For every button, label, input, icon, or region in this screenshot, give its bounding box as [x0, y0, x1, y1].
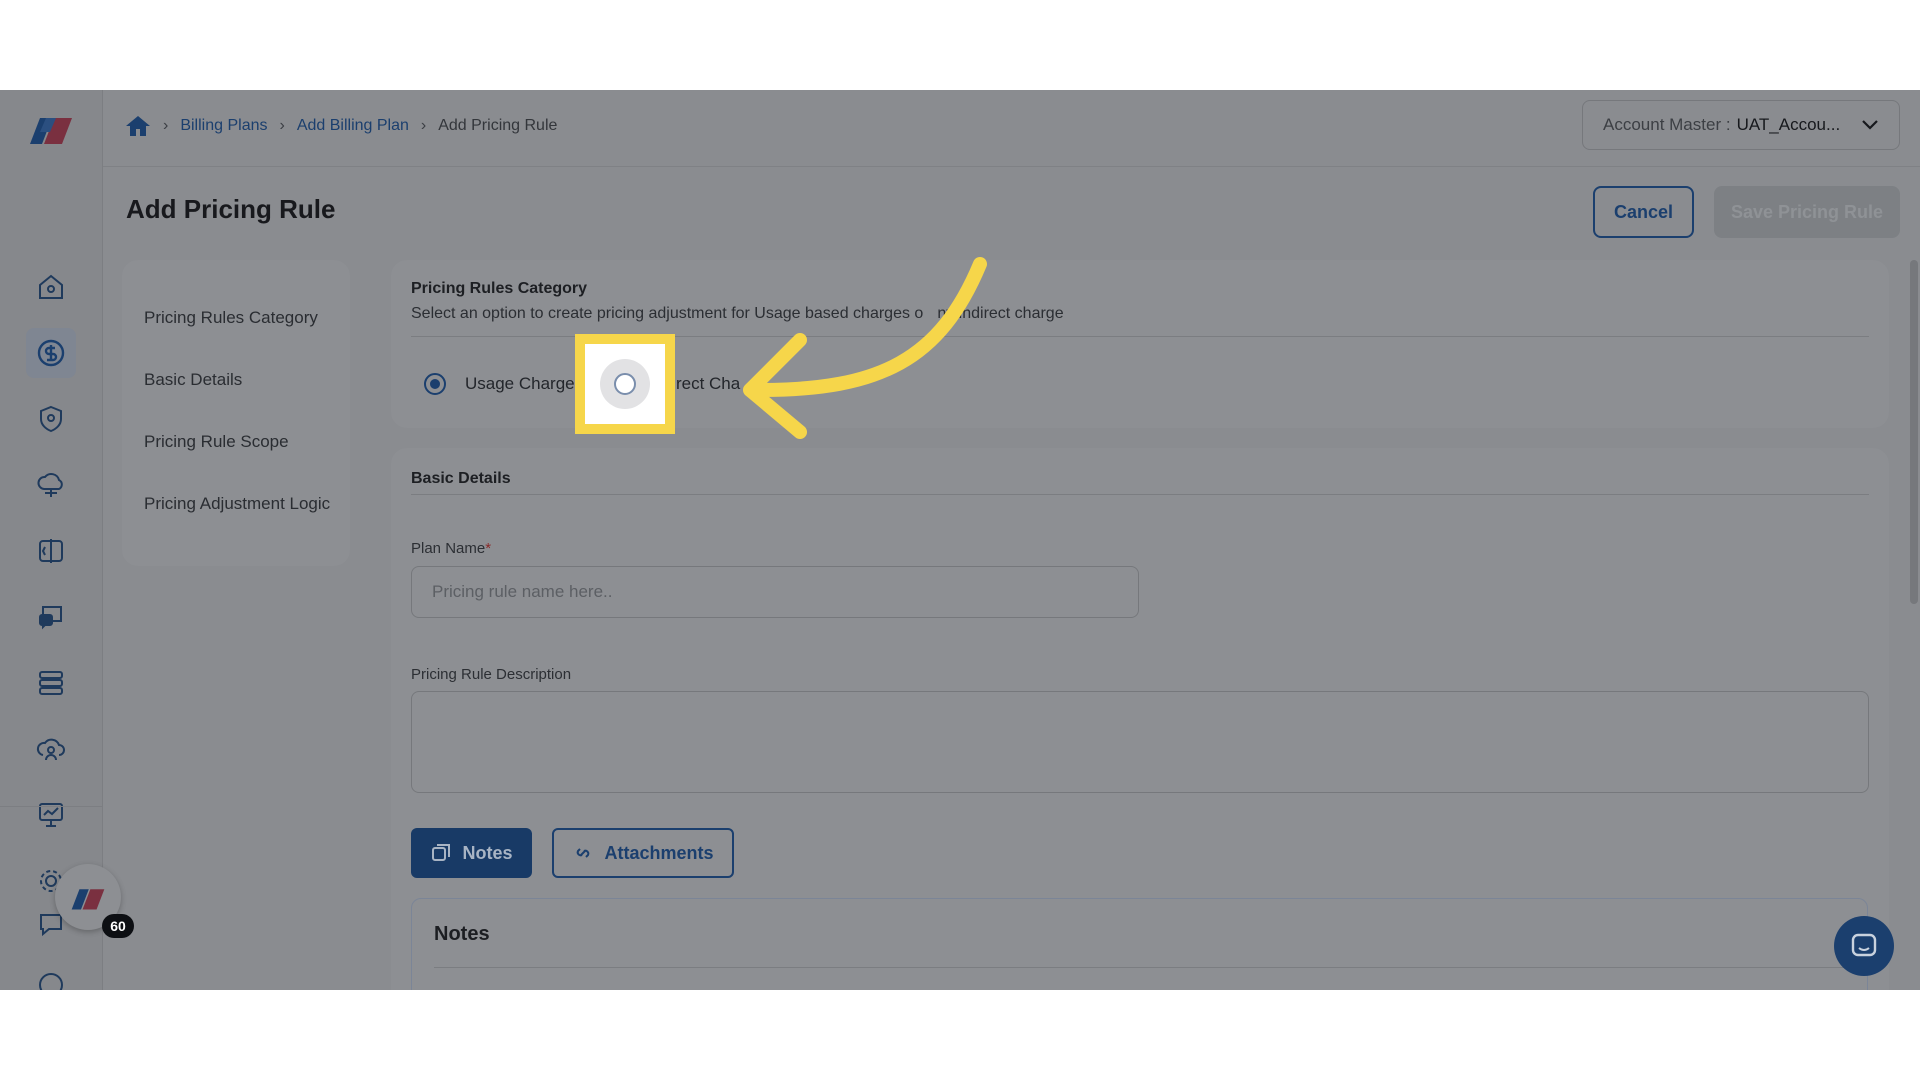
account-value: UAT_Accou...: [1736, 115, 1841, 134]
cloud-user-icon[interactable]: [26, 724, 76, 774]
notes-divider: [434, 967, 1845, 968]
shield-location-icon[interactable]: [26, 394, 76, 444]
basic-details-divider: [411, 494, 1869, 495]
top-bar: › Billing Plans › Add Billing Plan › Add…: [103, 90, 1920, 167]
basic-details-title: Basic Details: [411, 470, 511, 487]
save-pricing-rule-button[interactable]: Save Pricing Rule: [1714, 186, 1900, 238]
chat-icon: [1851, 933, 1877, 957]
page-scrollbar[interactable]: [1910, 260, 1918, 604]
notes-icon: [432, 844, 451, 861]
sidebar: [0, 90, 103, 990]
chevron-down-icon: [1862, 120, 1878, 130]
breadcrumb-billing-plans[interactable]: Billing Plans: [180, 117, 267, 135]
plan-name-input[interactable]: Pricing rule name here..: [411, 566, 1139, 618]
plan-name-placeholder: Pricing rule name here..: [432, 582, 613, 601]
highlight-inner: [585, 344, 665, 424]
ai-chat-icon[interactable]: [26, 592, 76, 642]
notes-panel: Notes: [411, 898, 1868, 990]
chevron-right-icon: ›: [420, 117, 427, 134]
description-textarea[interactable]: [411, 691, 1869, 793]
sidebar-separator: [0, 806, 102, 807]
section-nav-basic-details[interactable]: Basic Details: [144, 370, 242, 390]
category-subtitle-start: Select an option to create pricing adjus…: [411, 305, 924, 322]
brand-logo-small: [71, 889, 105, 910]
category-title: Pricing Rules Category: [411, 280, 588, 297]
category-subtitle: Select an option to create pricing adjus…: [411, 305, 1064, 323]
indirect-charges-radio-hover: [600, 359, 650, 409]
account-master-select[interactable]: Account Master : UAT_Accou...: [1582, 100, 1900, 150]
link-icon: [577, 848, 590, 858]
plan-name-label-text: Plan Name: [411, 540, 486, 557]
home-icon[interactable]: [26, 262, 76, 312]
analytics-board-icon[interactable]: [26, 790, 76, 840]
usage-charges-label[interactable]: Usage Charges: [465, 374, 583, 394]
required-mark: *: [485, 540, 492, 557]
chevron-right-icon: ›: [279, 117, 285, 134]
cancel-button[interactable]: Cancel: [1593, 186, 1694, 238]
description-label: Pricing Rule Description: [411, 666, 572, 683]
notes-tab-label: Notes: [462, 842, 513, 863]
cloud-network-icon[interactable]: [26, 460, 76, 510]
app-window: › Billing Plans › Add Billing Plan › Add…: [0, 90, 1920, 990]
section-nav-pricing-rules-category[interactable]: Pricing Rules Category: [144, 308, 318, 328]
brand-logo: [30, 118, 72, 144]
focus-highlight: [575, 334, 675, 434]
usage-charges-radio[interactable]: [424, 373, 446, 395]
indirect-label-end: irect Cha: [672, 374, 741, 393]
split-panel-icon[interactable]: [26, 526, 76, 576]
category-subtitle-end: ny indirect charge: [937, 305, 1064, 322]
attachments-tab-label: Attachments: [604, 842, 714, 863]
plan-name-label: Plan Name*: [411, 540, 491, 557]
section-nav-pricing-adjustment-logic[interactable]: Pricing Adjustment Logic: [144, 494, 330, 514]
notes-title: Notes: [434, 923, 490, 945]
notes-tab-button[interactable]: Notes: [411, 828, 532, 878]
server-rack-icon[interactable]: [26, 658, 76, 708]
chat-launcher-button[interactable]: [1834, 916, 1894, 976]
chevron-right-icon: ›: [163, 117, 169, 134]
indirect-charges-radio[interactable]: [614, 373, 636, 395]
billing-dollar-icon[interactable]: [26, 328, 76, 378]
section-nav: Pricing Rules Category Basic Details Pri…: [122, 260, 350, 566]
account-label: Account Master :: [1603, 115, 1731, 134]
breadcrumb-add-billing-plan[interactable]: Add Billing Plan: [297, 117, 409, 135]
notification-count-badge: 60: [102, 914, 134, 938]
help-icon[interactable]: [26, 960, 76, 990]
breadcrumb-current: Add Pricing Rule: [438, 117, 558, 134]
page-title: Add Pricing Rule: [126, 194, 336, 224]
attachments-tab-button[interactable]: Attachments: [552, 828, 734, 878]
home-breadcrumb-icon[interactable]: [125, 114, 151, 138]
section-nav-pricing-rule-scope[interactable]: Pricing Rule Scope: [144, 432, 289, 452]
breadcrumb: › Billing Plans › Add Billing Plan › Add…: [125, 114, 557, 138]
